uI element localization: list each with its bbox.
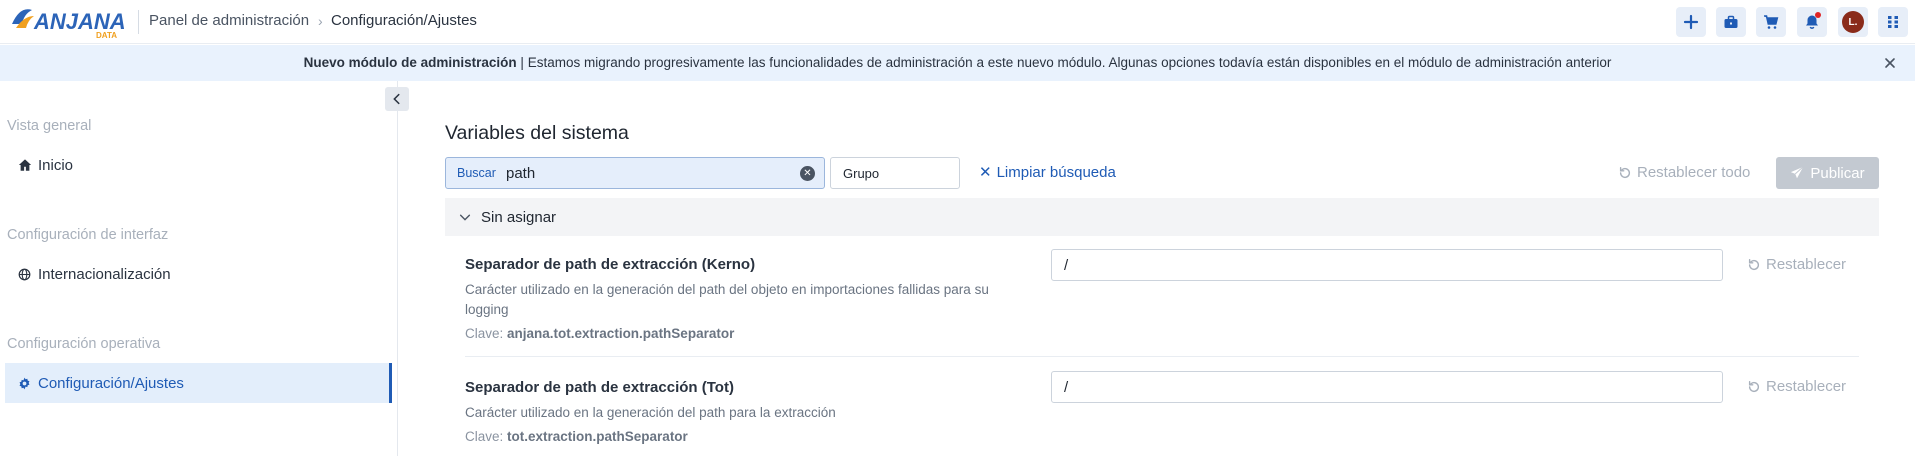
breadcrumb-admin-panel[interactable]: Panel de administración — [149, 12, 309, 29]
undo-icon — [1619, 166, 1631, 178]
group-filter[interactable] — [830, 157, 960, 189]
avatar: L. — [1842, 11, 1864, 33]
add-button[interactable] — [1676, 7, 1706, 37]
banner-title: Nuevo módulo de administración — [303, 55, 517, 70]
variable-key-value: anjana.tot.extraction.pathSeparator — [507, 326, 735, 341]
reset-variable-button[interactable]: Restablecer — [1747, 378, 1846, 395]
chevron-left-icon — [393, 93, 400, 105]
group-header-sin-asignar[interactable]: Sin asignar — [445, 198, 1879, 236]
variable-value-input[interactable] — [1051, 249, 1723, 281]
section-title-overview: Vista general — [7, 118, 92, 134]
reset-variable-button[interactable]: Restablecer — [1747, 256, 1846, 273]
apps-grid-icon — [1888, 16, 1898, 28]
anjana-logo[interactable]: ANJANA DATA — [10, 2, 134, 40]
variable-key: Clave: tot.extraction.pathSeparator — [465, 429, 688, 444]
breadcrumb-separator: › — [318, 13, 323, 29]
banner-message: Nuevo módulo de administración | Estamos… — [0, 55, 1915, 70]
search-field[interactable]: Buscar ✕ — [445, 157, 825, 189]
breadcrumb-current: Configuración/Ajustes — [331, 12, 477, 29]
banner-separator: | — [520, 55, 524, 70]
variable-name: Separador de path de extracción (Kerno) — [465, 256, 756, 273]
reset-label: Restablecer — [1766, 378, 1847, 395]
sidebar-item-inicio[interactable]: Inicio — [5, 145, 392, 185]
clear-search-button[interactable]: ✕ Limpiar búsqueda — [979, 163, 1116, 182]
clear-input-icon[interactable]: ✕ — [800, 166, 815, 181]
sidebar-item-label: Inicio — [38, 156, 74, 174]
undo-icon — [1748, 380, 1760, 392]
clear-search-label: Limpiar búsqueda — [996, 163, 1116, 181]
undo-icon — [1748, 258, 1760, 270]
close-icon[interactable] — [1882, 55, 1898, 71]
sidebar-item-internacionalizacion[interactable]: Internacionalización — [5, 254, 392, 294]
variable-key-label: Clave: — [465, 326, 504, 341]
reset-all-label: Restablecer todo — [1637, 164, 1751, 181]
paper-plane-icon — [1791, 166, 1804, 179]
close-icon: ✕ — [979, 164, 992, 181]
group-label: Sin asignar — [481, 209, 557, 226]
header-divider — [138, 10, 139, 34]
cart-icon — [1764, 15, 1779, 29]
variable-key: Clave: anjana.tot.extraction.pathSeparat… — [465, 326, 734, 341]
variable-key-value: tot.extraction.pathSeparator — [507, 429, 688, 444]
gear-icon — [17, 376, 32, 391]
user-menu-button[interactable]: L. — [1838, 7, 1868, 37]
search-input[interactable] — [506, 158, 791, 188]
sidebar-item-label: Configuración/Ajustes — [38, 374, 184, 392]
page-title: Variables del sistema — [445, 122, 629, 144]
variable-name: Separador de path de extracción (Tot) — [465, 379, 734, 396]
sidebar-item-configuracion[interactable]: Configuración/Ajustes — [5, 363, 392, 403]
variable-description: Carácter utilizado en la generación del … — [465, 282, 989, 317]
publish-button[interactable]: Publicar — [1776, 157, 1879, 189]
publish-label: Publicar — [1810, 164, 1865, 182]
svg-text:DATA: DATA — [96, 31, 117, 40]
chevron-down-icon — [459, 214, 471, 221]
section-title-interface: Configuración de interfaz — [7, 227, 169, 243]
apps-button[interactable] — [1878, 7, 1908, 37]
cart-button[interactable] — [1756, 7, 1786, 37]
reset-label: Restablecer — [1766, 256, 1847, 273]
reset-all-button[interactable]: Restablecer todo — [1618, 164, 1750, 181]
briefcase-icon — [1724, 15, 1738, 28]
briefcase-button[interactable] — [1716, 7, 1746, 37]
group-filter-input[interactable] — [843, 158, 953, 188]
section-title-operational: Configuración operativa — [7, 336, 161, 352]
sidebar-item-label: Internacionalización — [38, 265, 171, 283]
variable-key-label: Clave: — [465, 429, 504, 444]
variable-description: Carácter utilizado en la generación del … — [465, 405, 836, 420]
top-bar: ANJANA DATA Panel de administración › Co… — [0, 0, 1915, 44]
home-icon — [17, 158, 32, 173]
row-divider — [465, 356, 1859, 357]
info-banner: Nuevo módulo de administración | Estamos… — [0, 45, 1915, 81]
plus-icon — [1683, 14, 1699, 30]
variable-value-input[interactable] — [1051, 371, 1723, 403]
collapse-sidebar-button[interactable] — [385, 87, 409, 111]
notification-dot — [1815, 12, 1821, 18]
banner-text: Estamos migrando progresivamente las fun… — [527, 55, 1612, 70]
notifications-button[interactable] — [1797, 7, 1827, 37]
search-label: Buscar — [457, 166, 496, 180]
globe-icon — [17, 267, 32, 282]
